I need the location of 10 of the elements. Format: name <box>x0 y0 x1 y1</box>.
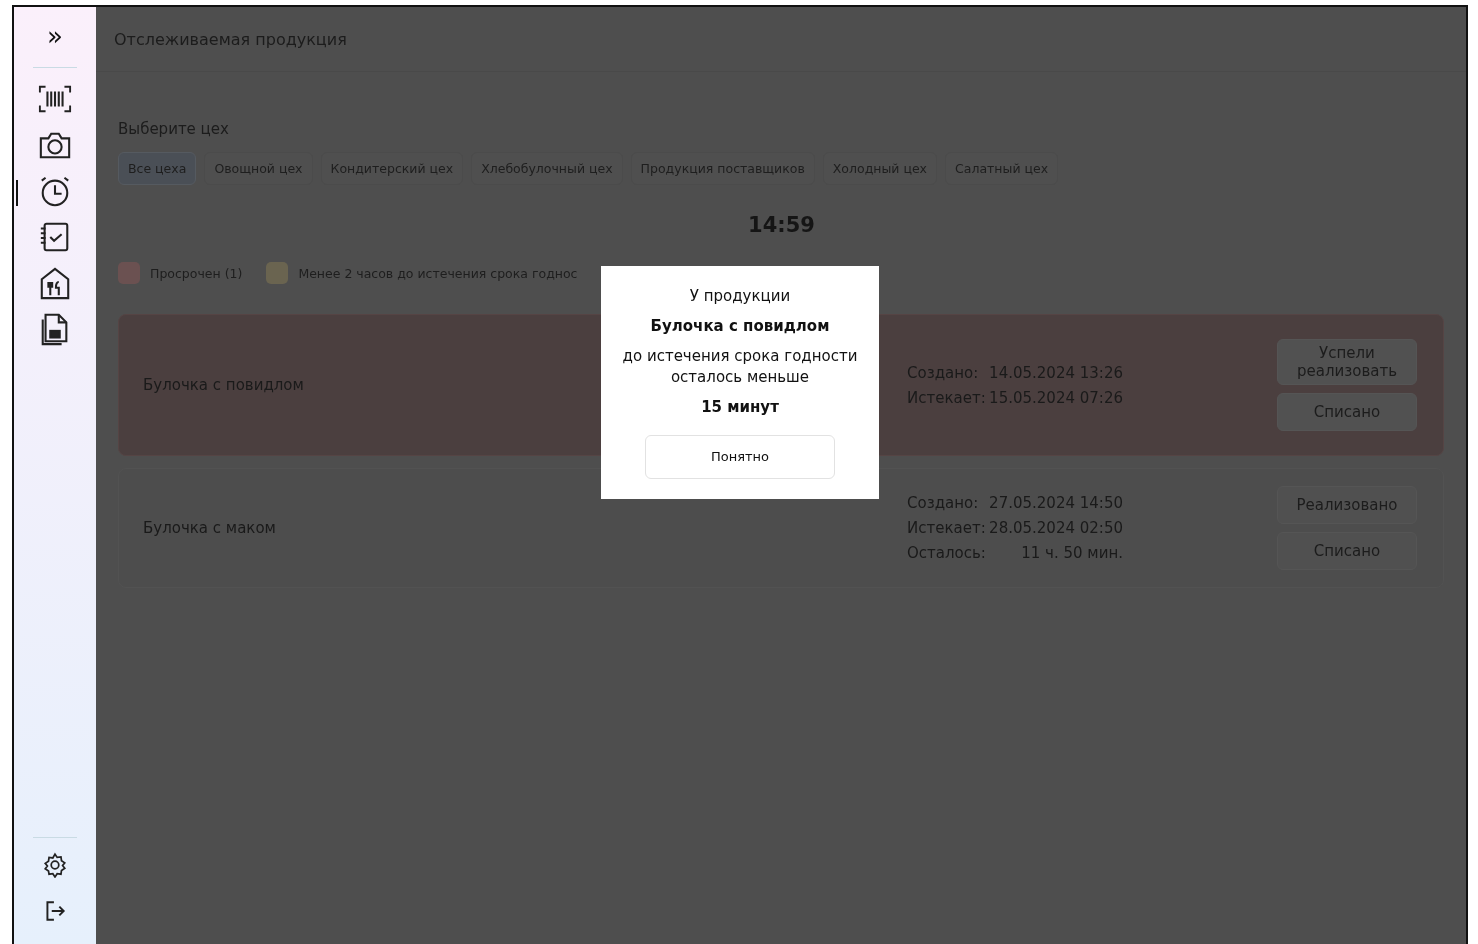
expand-button[interactable]: » <box>43 23 67 49</box>
settings-icon[interactable] <box>42 852 68 878</box>
dialog-text: Булочка с повидлом <box>650 315 830 337</box>
dialog-text: У продукции <box>689 286 791 307</box>
dialog-text: 15 минут <box>701 397 779 418</box>
workshop-tab[interactable]: Все цеха <box>118 152 197 185</box>
restaurant-icon[interactable] <box>38 266 72 300</box>
dialog-text: до истечения срока годности осталось меньше <box>621 345 859 389</box>
ok-button[interactable]: Понятно <box>645 434 835 479</box>
clock-time: 14:59 <box>747 213 816 237</box>
